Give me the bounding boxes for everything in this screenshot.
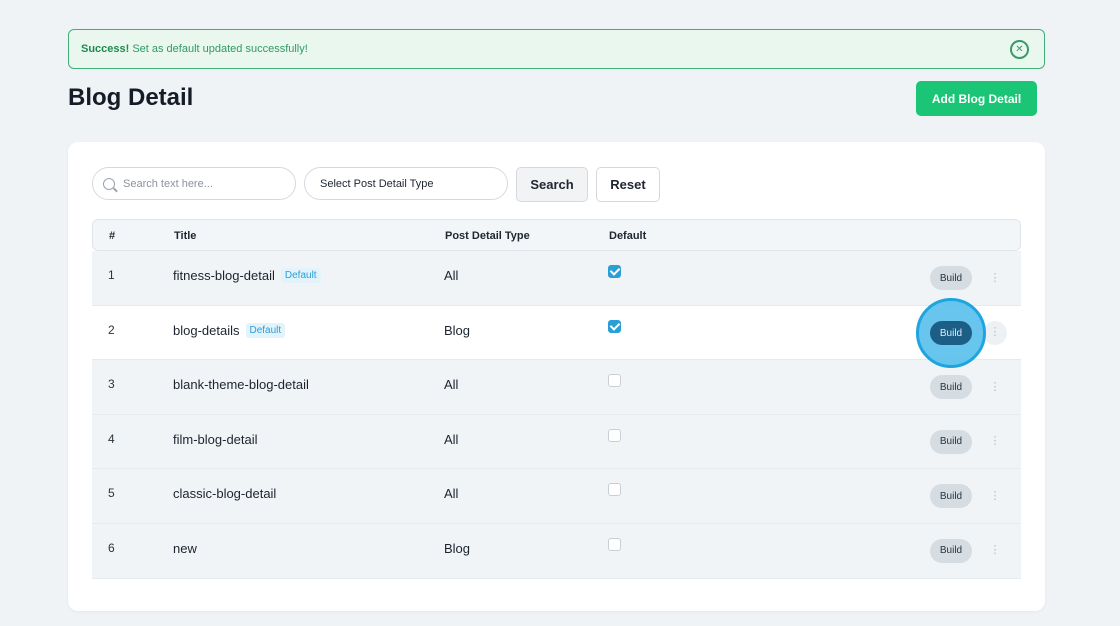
default-checkbox[interactable] <box>608 537 621 551</box>
row-title: classic-blog-detail <box>173 486 276 501</box>
default-checkbox[interactable] <box>608 265 621 278</box>
row-post-detail-type: All <box>444 431 459 447</box>
row-post-detail-type: All <box>444 268 459 283</box>
row-title: blank-theme-blog-detail <box>173 377 309 392</box>
alert-message: Set as default updated successfully! <box>132 43 308 55</box>
row-title-text: fitness-blog-detail <box>173 268 275 283</box>
build-button-highlighted[interactable]: Build <box>930 321 972 345</box>
table-header: # Title Post Detail Type Default <box>92 219 1021 251</box>
column-header-num: # <box>109 230 116 242</box>
row-number: 6 <box>108 540 115 555</box>
row-title-text: new <box>173 540 197 556</box>
kebab-menu-icon[interactable]: ⋮ <box>985 267 1005 289</box>
build-button[interactable]: Build <box>930 375 972 400</box>
kebab-menu-icon[interactable]: ⋮ <box>985 376 1005 398</box>
table-row: 1 fitness-blog-detail Default All Build ⋮ <box>92 251 1021 306</box>
row-title-text: classic-blog-detail <box>173 486 277 502</box>
build-button[interactable]: Build <box>930 484 972 509</box>
table-body: 1 fitness-blog-detail Default All Build ⋮ 2 blo… <box>92 251 1021 579</box>
blog-detail-card: Select Post Detail Type Search Reset # T… <box>68 142 1045 611</box>
default-badge: Default <box>280 268 321 283</box>
table-row: 2 blog-details Default Blog ⋮ <box>92 305 1021 361</box>
close-icon[interactable]: ✕ <box>1010 40 1029 59</box>
search-field[interactable] <box>92 167 296 200</box>
row-post-detail-type: All <box>444 377 459 393</box>
reset-button[interactable]: Reset <box>596 167 660 202</box>
column-header-type: Post Detail Type <box>445 230 530 242</box>
row-post-detail-type: Blog <box>444 540 471 556</box>
add-blog-detail-button[interactable]: Add Blog Detail <box>916 81 1037 116</box>
row-title: film-blog-detail <box>173 432 258 447</box>
build-button[interactable]: Build <box>930 429 972 454</box>
kebab-menu-icon[interactable]: ⋮ <box>983 320 1007 345</box>
table-row: 6 new Blog Build ⋮ <box>92 523 1021 579</box>
default-checkbox[interactable] <box>608 319 621 333</box>
build-button[interactable]: Build <box>930 538 972 563</box>
row-number: 1 <box>108 268 115 282</box>
row-number: 5 <box>108 486 115 501</box>
row-title: fitness-blog-detail Default <box>173 268 321 283</box>
kebab-menu-icon[interactable]: ⋮ <box>985 485 1005 507</box>
default-checkbox[interactable] <box>608 483 621 497</box>
alert-strong: Success! <box>81 43 130 55</box>
column-header-default: Default <box>609 230 647 242</box>
default-checkbox[interactable] <box>608 428 621 442</box>
row-post-detail-type: All <box>444 486 459 502</box>
kebab-menu-icon[interactable]: ⋮ <box>985 431 1005 453</box>
post-detail-type-select[interactable]: Select Post Detail Type <box>304 167 508 200</box>
row-title: blog-details Default <box>173 322 286 338</box>
table-row: 3 blank-theme-blog-detail All Build ⋮ <box>92 360 1021 415</box>
table-row: 4 film-blog-detail All Build ⋮ <box>92 414 1021 470</box>
default-checkbox[interactable] <box>608 374 621 388</box>
row-number: 4 <box>108 431 115 446</box>
search-button[interactable]: Search <box>516 167 588 202</box>
row-title: new <box>173 541 197 556</box>
column-header-title: Title <box>174 230 197 242</box>
row-title-text: film-blog-detail <box>173 431 258 447</box>
page-title: Blog Detail <box>68 84 194 111</box>
row-number: 2 <box>108 322 115 337</box>
row-title-text: blank-theme-blog-detail <box>173 377 309 393</box>
default-badge: Default <box>245 322 286 338</box>
row-number: 3 <box>108 377 115 392</box>
table-row: 5 classic-blog-detail All Build ⋮ <box>92 469 1021 524</box>
search-input[interactable] <box>123 177 283 190</box>
row-title-text: blog-details <box>173 322 240 338</box>
search-icon <box>103 177 115 190</box>
kebab-menu-icon[interactable]: ⋮ <box>985 540 1005 562</box>
row-post-detail-type: Blog <box>444 322 471 338</box>
blog-detail-table: # Title Post Detail Type Default 1 fitnes… <box>92 219 1021 579</box>
success-alert: Success! Set as default updated successf… <box>68 29 1045 69</box>
build-button[interactable]: Build <box>930 266 972 290</box>
